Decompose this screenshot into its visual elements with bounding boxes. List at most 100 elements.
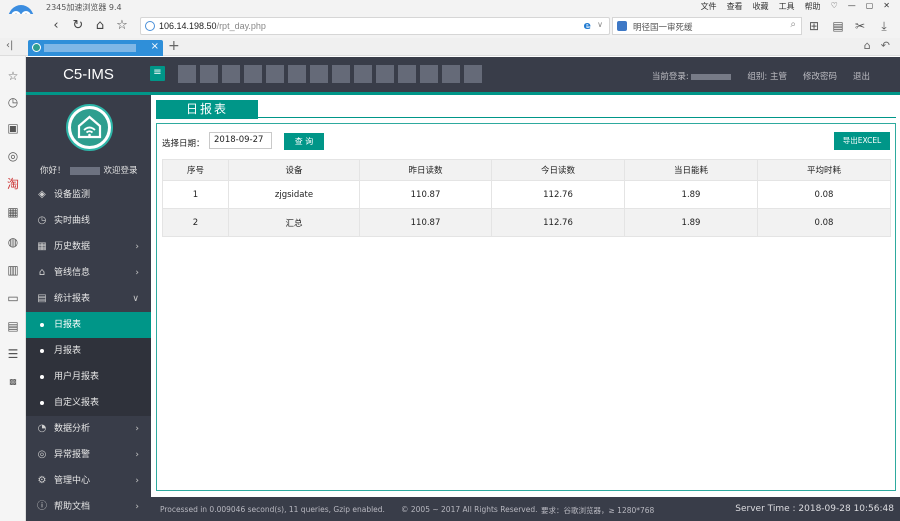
sidebar-item-pipeline-info[interactable]: ⌂ 管线信息 › [26, 260, 151, 286]
search-text[interactable]: 明径国一审死缓 [633, 21, 693, 33]
sidebar-subitem-user-monthly-report[interactable]: 用户月报表 [26, 364, 151, 390]
export-excel-button[interactable]: 导出EXCEL [834, 132, 890, 150]
sidebar-item-label: 管理中心 [54, 476, 91, 486]
notes-icon[interactable]: ☰ [5, 346, 21, 362]
tab-bar-tools: ⌂ ↶ [864, 39, 890, 52]
menu-favorites[interactable]: 收藏 [753, 1, 769, 12]
bullet-icon [40, 375, 44, 379]
home-icon[interactable]: ⌂ [92, 18, 108, 34]
change-password-link[interactable]: 修改密码 [803, 70, 837, 82]
compat-mode-icon[interactable]: e [584, 19, 591, 32]
sidebar-subitem-label: 月报表 [54, 346, 82, 356]
sidebar-item-device-monitor[interactable]: ◈ 设备监测 [26, 182, 151, 208]
col-header-device: 设备 [228, 159, 360, 181]
back-to-desktop-icon[interactable]: ▩ [5, 374, 21, 390]
trash-icon[interactable]: ⌂ [864, 39, 871, 52]
weibo-icon[interactable]: ◎ [5, 148, 21, 164]
chevron-right-icon: › [135, 502, 139, 512]
site-info-icon[interactable] [145, 21, 155, 31]
footer: Processed in 0.009046 second(s), 11 quer… [151, 497, 900, 521]
new-tab-icon[interactable]: + [168, 38, 180, 54]
sidebar-subitem-monthly-report[interactable]: 月报表 [26, 338, 151, 364]
address-bar[interactable]: 106.14.198.50/rpt_day.php e ∨ [140, 17, 610, 35]
news-icon[interactable]: ▣ [5, 120, 21, 136]
sidebar-item-label: 帮助文档 [54, 502, 91, 512]
sidebar-item-realtime-curve[interactable]: ◷ 实时曲线 [26, 208, 151, 234]
favorites-star-icon[interactable]: ☆ [5, 68, 21, 84]
logout-link[interactable]: 退出 [853, 70, 870, 82]
clock-icon: ◷ [37, 215, 47, 226]
calculator-icon[interactable]: ▤ [5, 318, 21, 334]
menu-toggle-icon[interactable]: ≡ [150, 66, 165, 81]
calendar-rail-icon[interactable]: ▦ [5, 204, 21, 220]
sidebar-item-label: 数据分析 [54, 424, 91, 434]
sidebar-subitem-label: 日报表 [54, 320, 82, 330]
reader-icon[interactable]: ▤ [830, 18, 846, 34]
table-row: 2 汇总 110.87 112.76 1.89 0.08 [162, 208, 891, 237]
table-row: 1 zjgsidate 110.87 112.76 1.89 0.08 [162, 180, 891, 209]
search-engine-icon[interactable] [617, 21, 627, 31]
menu-file[interactable]: 文件 [701, 1, 717, 12]
sidebar-item-label: 设备监测 [54, 190, 91, 200]
url-path: /rpt_day.php [216, 21, 266, 31]
browser-tab-active[interactable]: × [28, 40, 163, 56]
scissors-icon[interactable]: ✂ [852, 18, 868, 34]
menu-tools[interactable]: 工具 [779, 1, 795, 12]
chevron-right-icon: › [135, 476, 139, 486]
main-content: 日报表 选择日期： 2018-09-27 查 询 导出EXCEL 序号 设备 昨… [151, 95, 900, 497]
cell-avg-hourly: 0.08 [757, 208, 891, 237]
undo-icon[interactable]: ↶ [881, 39, 890, 52]
current-login: 当前登录: [652, 70, 732, 82]
history-clock-icon[interactable]: ◷ [5, 94, 21, 110]
cell-index: 1 [162, 180, 229, 209]
search-icon[interactable]: ⌕ [790, 19, 796, 30]
video-icon[interactable]: ▥ [5, 262, 21, 278]
restore-icon[interactable]: ▢ [866, 1, 874, 12]
chart-icon: ◔ [37, 423, 47, 434]
minimize-icon[interactable]: — [848, 1, 856, 12]
close-icon[interactable]: ✕ [883, 1, 890, 12]
home-icon: ⌂ [38, 267, 46, 278]
grid-icon[interactable]: ⊞ [806, 18, 822, 34]
footer-server-time: Server Time : 2018-09-28 10:56:48 [735, 504, 894, 514]
report-table: 序号 设备 昨日读数 今日读数 当日能耗 平均时耗 1 zjgsidate 11… [162, 159, 891, 237]
taobao-icon[interactable]: 淘 [5, 176, 21, 192]
url-text[interactable]: 106.14.198.50/rpt_day.php [159, 21, 266, 31]
refresh-icon[interactable]: ↻ [70, 18, 86, 34]
url-host: 106.14.198.50 [159, 21, 217, 31]
screen: 2345加速浏览器 9.4 文件 查看 收藏 工具 帮助 ♡ — ▢ ✕ ‹ ↻… [0, 0, 900, 521]
sidebar-subitem-daily-report[interactable]: 日报表 [26, 312, 151, 338]
gear-icon: ⚙ [37, 475, 47, 486]
menu-help[interactable]: 帮助 [805, 1, 821, 12]
chevron-down-icon[interactable]: ∨ [597, 20, 603, 29]
tab-daily-report[interactable]: 日报表 [156, 100, 258, 119]
sidebar-subitem-custom-report[interactable]: 自定义报表 [26, 390, 151, 416]
game-icon[interactable]: ◍ [5, 234, 21, 250]
sidebar-subitem-label: 自定义报表 [54, 398, 100, 408]
app-brand[interactable]: C5-IMS [26, 57, 151, 92]
sidebar-item-history-data[interactable]: ▦ 历史数据 › [26, 234, 151, 260]
sidebar-item-alarm[interactable]: ◎ 异常报警 › [26, 442, 151, 468]
tab-close-icon[interactable]: × [151, 41, 159, 52]
date-input[interactable]: 2018-09-27 [209, 132, 272, 149]
sidebar-item-data-analysis[interactable]: ◔ 数据分析 › [26, 416, 151, 442]
sidebar-item-management[interactable]: ⚙ 管理中心 › [26, 468, 151, 494]
bookmark-star-icon[interactable]: ☆ [114, 18, 130, 34]
search-box[interactable]: 明径国一审死缓 ⌕ [612, 17, 802, 35]
sidebar-collapse-icon[interactable]: ‹| [6, 40, 13, 51]
avatar [66, 104, 113, 151]
group-label: 组别: 主管 [747, 72, 787, 82]
download-icon[interactable]: ⤓ [876, 18, 892, 34]
menu-view[interactable]: 查看 [727, 1, 743, 12]
tv-icon[interactable]: ▭ [5, 290, 21, 306]
sidebar-item-label: 管线信息 [54, 268, 91, 278]
footer-processed: Processed in 0.009046 second(s), 11 quer… [160, 505, 385, 514]
browser-side-rail: ☆ ◷ ▣ ◎ 淘 ▦ ◍ ▥ ▭ ▤ ☰ ▩ [0, 56, 26, 521]
back-icon[interactable]: ‹ [48, 18, 64, 34]
query-button[interactable]: 查 询 [284, 133, 324, 150]
sidebar-item-statistics-report[interactable]: ▤ 统计报表 ∨ [26, 286, 151, 312]
cell-index: 2 [162, 208, 229, 237]
greeting-suffix: 欢迎登录 [103, 166, 138, 176]
skin-icon[interactable]: ♡ [831, 1, 838, 12]
sidebar-item-help[interactable]: ⓘ 帮助文档 › [26, 494, 151, 520]
